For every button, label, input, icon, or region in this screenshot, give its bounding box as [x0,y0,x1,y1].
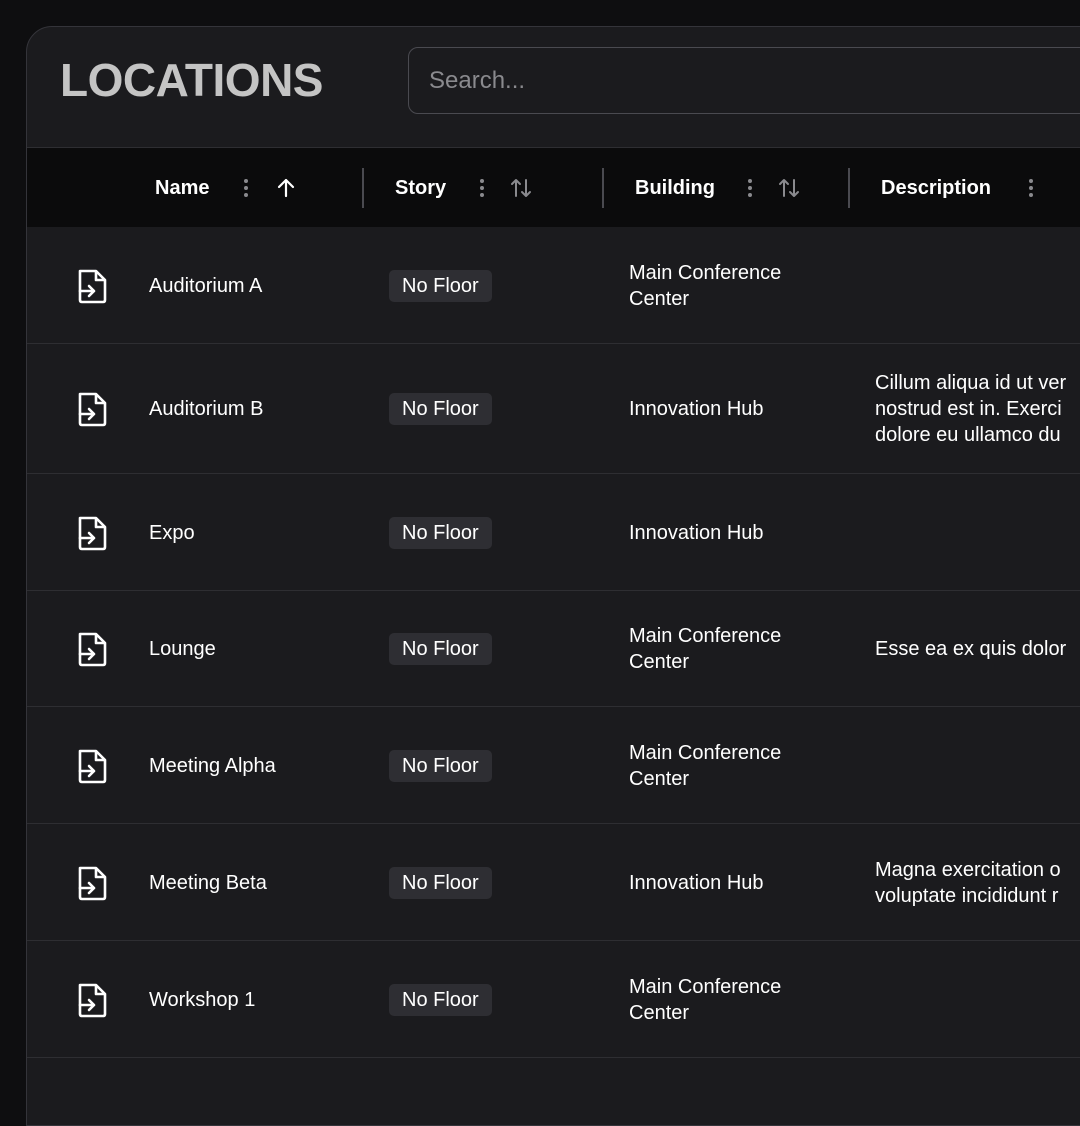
column-header-name[interactable]: Name [155,148,209,228]
table-row[interactable]: Expo No Floor Innovation Hub [27,474,1080,591]
column-divider[interactable] [362,168,364,208]
building-name: Main Conference Center [629,975,782,1024]
story-badge: No Floor [389,633,492,665]
story-badge: No Floor [389,516,492,549]
location-name: Workshop 1 [149,988,256,1011]
column-header-label: Name [155,176,210,199]
building-name: Main Conference Center [629,741,782,790]
column-header-label: Story [395,176,447,199]
story-badge: No Floor [389,749,492,782]
table-row[interactable]: Auditorium B No Floor Innovation Hub Cillum… [27,344,1080,474]
column-header-building[interactable]: Building [635,148,715,228]
kebab-menu-icon[interactable] [1029,179,1033,200]
table-row[interactable]: Workshop 1 No Floor Main Conference Center [27,941,1080,1058]
building-name: Main Conference Center [629,625,782,673]
story-badge: No Floor [389,393,492,425]
kebab-menu-icon[interactable] [748,179,752,200]
story-badge: No Floor [389,866,492,899]
column-header-story[interactable]: Story [395,148,446,228]
building-name: Innovation Hub [629,871,764,894]
kebab-menu-icon[interactable] [480,179,484,200]
table-row[interactable]: Meeting Alpha No Floor Main Conference Cen… [27,707,1080,824]
sort-arrows-icon[interactable] [508,175,534,201]
column-header-label: Building [635,176,715,199]
building-name: Main Conference Center [629,261,782,310]
sort-arrows-icon[interactable] [776,175,802,201]
description-text: Magna exercitation o voluptate incididun… [875,858,1061,907]
building-name: Innovation Hub [629,521,764,544]
location-name: Expo [149,521,195,544]
description-text: Esse ea ex quis dolor [875,638,1067,660]
column-divider[interactable] [848,168,850,208]
file-enter-icon[interactable] [75,514,109,552]
locations-panel: LOCATIONS Name Story Building [26,26,1080,1126]
location-name: Meeting Alpha [149,754,276,777]
table-row[interactable]: Lounge No Floor Main Conference Center Esse… [27,591,1080,707]
file-enter-icon[interactable] [75,390,109,428]
table-header: Name Story Building Description [27,147,1080,227]
location-name: Auditorium A [149,274,263,297]
search-input[interactable] [408,47,1080,114]
story-badge: No Floor [389,983,492,1016]
building-name: Innovation Hub [629,398,764,420]
column-header-description[interactable]: Description [881,148,991,228]
page-header: LOCATIONS [27,27,1080,147]
column-header-label: Description [881,176,992,199]
file-enter-icon[interactable] [75,630,109,668]
table-row[interactable]: Auditorium A No Floor Main Conference Cent… [27,227,1080,344]
table-row[interactable]: Meeting Beta No Floor Innovation Hub Magna … [27,824,1080,941]
page-title: LOCATIONS [60,54,323,106]
file-enter-icon[interactable] [75,267,109,305]
file-enter-icon[interactable] [75,864,109,902]
file-enter-icon[interactable] [75,981,109,1019]
kebab-menu-icon[interactable] [244,179,248,200]
location-name: Auditorium B [149,398,264,420]
arrow-up-icon[interactable] [273,175,299,201]
story-badge: No Floor [389,269,492,302]
location-name: Lounge [149,638,216,660]
column-divider[interactable] [602,168,604,208]
location-name: Meeting Beta [149,871,267,894]
file-enter-icon[interactable] [75,747,109,785]
description-text: Cillum aliqua id ut ver nostrud est in. … [875,372,1067,446]
